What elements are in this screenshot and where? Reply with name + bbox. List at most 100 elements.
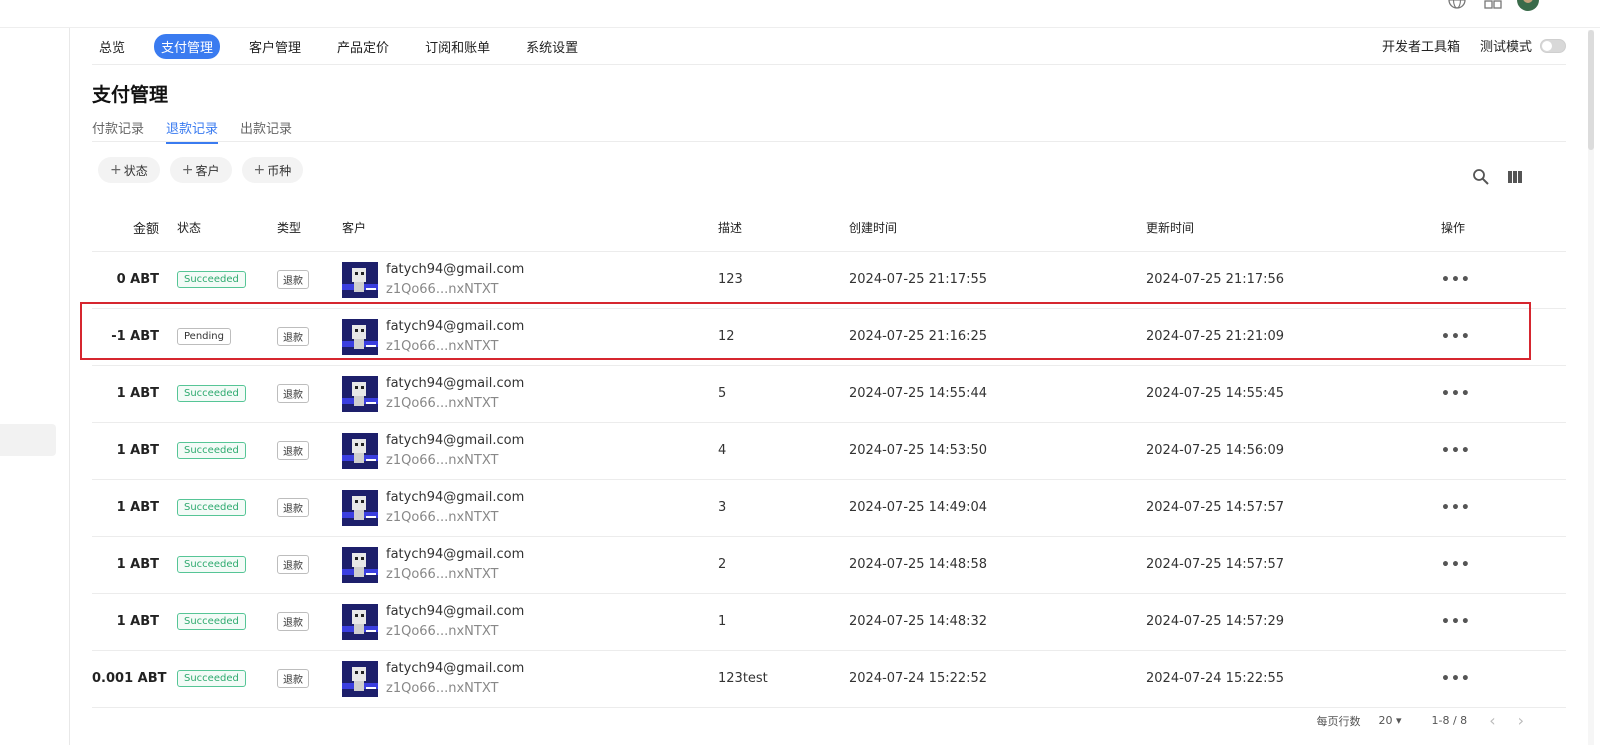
- customer-avatar-icon: [342, 603, 378, 640]
- row-customer-cell[interactable]: fatych94@gmail.com z1Qo66...nxNTXT: [342, 536, 718, 594]
- table-row[interactable]: 0 ABT Succeeded 退款 fatych94@gmail.com z1Qo66…: [92, 251, 1566, 309]
- more-actions-icon[interactable]: •••: [1441, 500, 1471, 516]
- table-row[interactable]: -1 ABT Pending 退款 fatych94@gmail.com z1Qo66.…: [92, 308, 1566, 366]
- row-actions-cell: •••: [1441, 593, 1566, 651]
- customer-info[interactable]: fatych94@gmail.com z1Qo66...nxNTXT: [342, 545, 718, 585]
- row-description: 123: [718, 251, 849, 309]
- table-row[interactable]: 1 ABT Succeeded 退款 fatych94@gmail.com z1Qo66…: [92, 593, 1566, 651]
- nav-payments[interactable]: 支付管理: [154, 33, 221, 59]
- search-icon[interactable]: [1472, 168, 1490, 186]
- nav-customers[interactable]: 客户管理: [242, 34, 308, 59]
- more-actions-icon[interactable]: •••: [1441, 557, 1471, 573]
- row-created: 2024-07-25 21:17:55: [849, 251, 1146, 309]
- header-status[interactable]: 状态: [177, 205, 277, 252]
- nav-billing[interactable]: 订阅和账单: [418, 34, 497, 59]
- customer-email[interactable]: fatych94@gmail.com: [386, 260, 524, 280]
- filter-customer[interactable]: + 客户: [169, 157, 232, 183]
- customer-did[interactable]: z1Qo66...nxNTXT: [386, 508, 524, 528]
- test-mode-label: 测试模式: [1479, 40, 1532, 55]
- more-actions-icon[interactable]: •••: [1441, 443, 1471, 459]
- row-customer-cell[interactable]: fatych94@gmail.com z1Qo66...nxNTXT: [342, 422, 718, 480]
- customer-email[interactable]: fatych94@gmail.com: [386, 488, 524, 508]
- row-amount: 0.001 ABT: [92, 650, 177, 708]
- customer-did[interactable]: z1Qo66...nxNTXT: [386, 280, 524, 300]
- status-badge: Succeeded: [177, 556, 246, 573]
- header-amount[interactable]: 金额: [92, 205, 177, 252]
- test-mode-toggle[interactable]: [1540, 38, 1566, 53]
- customer-did[interactable]: z1Qo66...nxNTXT: [386, 394, 524, 414]
- type-tag: 退款: [277, 669, 309, 688]
- table-row[interactable]: 1 ABT Succeeded 退款 fatych94@gmail.com z1Qo66…: [92, 479, 1566, 537]
- dev-tools-link[interactable]: 开发者工具箱: [1382, 36, 1460, 55]
- row-customer-cell[interactable]: fatych94@gmail.com z1Qo66...nxNTXT: [342, 308, 718, 366]
- customer-info[interactable]: fatych94@gmail.com z1Qo66...nxNTXT: [342, 374, 718, 414]
- customer-did[interactable]: z1Qo66...nxNTXT: [386, 337, 524, 357]
- header-type[interactable]: 类型: [277, 205, 342, 252]
- row-customer-cell[interactable]: fatych94@gmail.com z1Qo66...nxNTXT: [342, 479, 718, 537]
- filter-currency[interactable]: + 币种: [241, 157, 304, 183]
- filter-status[interactable]: + 状态: [98, 157, 160, 183]
- header-updated[interactable]: 更新时间: [1146, 205, 1441, 252]
- more-actions-icon[interactable]: •••: [1441, 386, 1471, 402]
- customer-email[interactable]: fatych94@gmail.com: [386, 431, 524, 451]
- header-created[interactable]: 创建时间: [849, 205, 1146, 252]
- row-created: 2024-07-25 14:49:04: [849, 479, 1146, 537]
- prev-page-icon[interactable]: ‹: [1489, 711, 1495, 730]
- filter-label: 币种: [267, 163, 292, 178]
- row-type-cell: 退款: [277, 308, 342, 366]
- rows-per-page-select[interactable]: 20 ▾: [1378, 714, 1401, 727]
- nav-overview[interactable]: 总览: [92, 34, 132, 59]
- customer-avatar-icon: [342, 432, 378, 469]
- customer-email[interactable]: fatych94@gmail.com: [386, 659, 524, 679]
- row-updated: 2024-07-25 14:57:57: [1146, 479, 1441, 537]
- next-page-icon[interactable]: ›: [1518, 711, 1524, 730]
- customer-email[interactable]: fatych94@gmail.com: [386, 374, 524, 394]
- customer-avatar-icon: [342, 489, 378, 526]
- more-actions-icon[interactable]: •••: [1441, 329, 1471, 345]
- customer-info[interactable]: fatych94@gmail.com z1Qo66...nxNTXT: [342, 317, 718, 357]
- table-row[interactable]: 1 ABT Succeeded 退款 fatych94@gmail.com z1Qo66…: [92, 365, 1566, 423]
- globe-icon[interactable]: [1447, 0, 1467, 10]
- row-customer-cell[interactable]: fatych94@gmail.com z1Qo66...nxNTXT: [342, 650, 718, 708]
- columns-icon[interactable]: [1506, 168, 1524, 186]
- row-customer-cell[interactable]: fatych94@gmail.com z1Qo66...nxNTXT: [342, 365, 718, 423]
- scrollbar-thumb[interactable]: [1588, 30, 1594, 150]
- table-row[interactable]: 0.001 ABT Succeeded 退款 fatych94@gmail.com z1…: [92, 650, 1566, 708]
- customer-did[interactable]: z1Qo66...nxNTXT: [386, 451, 524, 471]
- customer-did[interactable]: z1Qo66...nxNTXT: [386, 565, 524, 585]
- row-customer-cell[interactable]: fatych94@gmail.com z1Qo66...nxNTXT: [342, 251, 718, 309]
- customer-email[interactable]: fatych94@gmail.com: [386, 317, 524, 337]
- table-row[interactable]: 1 ABT Succeeded 退款 fatych94@gmail.com z1Qo66…: [92, 422, 1566, 480]
- table-row[interactable]: 1 ABT Succeeded 退款 fatych94@gmail.com z1Qo66…: [92, 536, 1566, 594]
- row-description: 4: [718, 422, 849, 480]
- main-nav: 总览 支付管理 客户管理 产品定价 订阅和账单 系统设置: [92, 33, 607, 59]
- row-amount: 1 ABT: [92, 536, 177, 594]
- row-customer-cell[interactable]: fatych94@gmail.com z1Qo66...nxNTXT: [342, 593, 718, 651]
- customer-did[interactable]: z1Qo66...nxNTXT: [386, 622, 524, 642]
- header-description[interactable]: 描述: [718, 205, 849, 252]
- row-description: 2: [718, 536, 849, 594]
- grid-icon[interactable]: [1483, 0, 1503, 10]
- nav-pricing[interactable]: 产品定价: [330, 34, 396, 59]
- customer-did[interactable]: z1Qo66...nxNTXT: [386, 679, 524, 699]
- customer-info[interactable]: fatych94@gmail.com z1Qo66...nxNTXT: [342, 488, 718, 528]
- customer-email[interactable]: fatych94@gmail.com: [386, 602, 524, 622]
- row-created: 2024-07-25 14:48:58: [849, 536, 1146, 594]
- customer-info[interactable]: fatych94@gmail.com z1Qo66...nxNTXT: [342, 431, 718, 471]
- pagination: 每页行数 20 ▾ 1-8 / 8 ‹ ›: [1316, 711, 1524, 730]
- more-actions-icon[interactable]: •••: [1441, 671, 1471, 687]
- customer-info[interactable]: fatych94@gmail.com z1Qo66...nxNTXT: [342, 260, 718, 300]
- customer-info[interactable]: fatych94@gmail.com z1Qo66...nxNTXT: [342, 602, 718, 642]
- scrollbar[interactable]: [1588, 30, 1594, 745]
- row-status-cell: Pending: [177, 308, 277, 366]
- customer-info[interactable]: fatych94@gmail.com z1Qo66...nxNTXT: [342, 659, 718, 699]
- more-actions-icon[interactable]: •••: [1441, 614, 1471, 630]
- customer-email[interactable]: fatych94@gmail.com: [386, 545, 524, 565]
- user-avatar[interactable]: [1517, 0, 1539, 11]
- row-type-cell: 退款: [277, 251, 342, 309]
- more-actions-icon[interactable]: •••: [1441, 272, 1471, 288]
- nav-settings[interactable]: 系统设置: [519, 34, 585, 59]
- header-customer[interactable]: 客户: [342, 205, 718, 252]
- sidebar-selected-item[interactable]: [0, 424, 56, 456]
- customer-avatar-icon: [342, 660, 378, 697]
